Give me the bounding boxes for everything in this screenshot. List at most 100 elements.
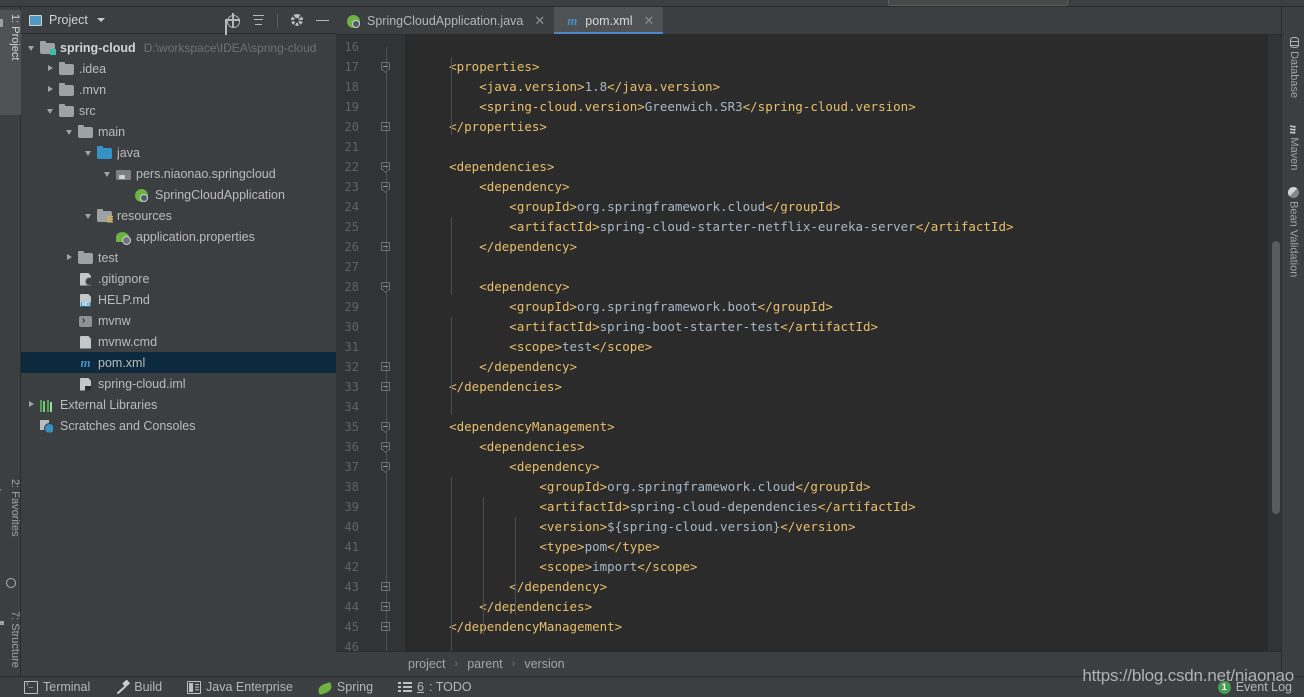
code-line[interactable]: <scope>test</scope> <box>405 337 1268 357</box>
close-icon[interactable]: ✕ <box>534 14 545 27</box>
code-line[interactable]: </dependency> <box>405 237 1268 257</box>
line-number[interactable]: 43 <box>336 577 405 597</box>
line-number[interactable]: 20 <box>336 117 405 137</box>
gear-icon[interactable] <box>289 13 304 28</box>
fold-end-icon[interactable] <box>381 362 391 372</box>
editor-tab-springcloudapplication-java[interactable]: SpringCloudApplication.java ✕ <box>336 7 554 34</box>
line-number[interactable]: 38 <box>336 477 405 497</box>
code-line[interactable]: <java.version>1.8</java.version> <box>405 77 1268 97</box>
line-number[interactable]: 32 <box>336 357 405 377</box>
line-number[interactable]: 19 <box>336 97 405 117</box>
chevron-right-icon[interactable] <box>65 253 75 263</box>
tree-item[interactable]: SpringCloudApplication <box>21 184 336 205</box>
code-line[interactable] <box>405 37 1268 57</box>
line-number[interactable]: 42 <box>336 557 405 577</box>
chevron-right-icon[interactable] <box>46 85 56 95</box>
tree-item[interactable]: main <box>21 121 336 142</box>
line-number[interactable]: 28 <box>336 277 405 297</box>
line-number[interactable]: 36 <box>336 437 405 457</box>
fold-end-icon[interactable] <box>381 622 391 632</box>
status-bar-item-todo[interactable]: 6: TODO <box>398 680 472 694</box>
tree-item[interactable]: .gitignore <box>21 268 336 289</box>
line-number[interactable]: 44 <box>336 597 405 617</box>
line-number[interactable]: 25 <box>336 217 405 237</box>
code-line[interactable]: <artifactId>spring-boot-starter-test</ar… <box>405 317 1268 337</box>
line-number[interactable]: 17 <box>336 57 405 77</box>
fold-end-icon[interactable] <box>381 602 391 612</box>
line-number[interactable]: 22 <box>336 157 405 177</box>
sidebar-item-maven[interactable]: m Maven <box>1282 115 1304 175</box>
tree-item-selected[interactable]: m pom.xml <box>21 352 336 373</box>
editor-tab-pom-xml[interactable]: m pom.xml ✕ <box>554 7 664 34</box>
fold-start-icon[interactable] <box>381 182 391 193</box>
line-number[interactable]: 40 <box>336 517 405 537</box>
chevron-down-icon[interactable] <box>84 148 94 158</box>
tree-item[interactable]: spring-cloud.iml <box>21 373 336 394</box>
tree-item[interactable]: application.properties <box>21 226 336 247</box>
chevron-right-icon[interactable] <box>27 400 37 410</box>
fold-start-icon[interactable] <box>381 162 391 173</box>
breadcrumb-item-version[interactable]: version <box>524 657 564 671</box>
code-line[interactable]: <groupId>org.springframework.cloud</grou… <box>405 477 1268 497</box>
tree-item[interactable]: resources <box>21 205 336 226</box>
line-number[interactable]: 31 <box>336 337 405 357</box>
code-line[interactable]: <artifactId>spring-cloud-dependencies</a… <box>405 497 1268 517</box>
code-line[interactable]: </dependencies> <box>405 597 1268 617</box>
code-line[interactable]: <properties> <box>405 57 1268 77</box>
tree-item[interactable]: src <box>21 100 336 121</box>
tree-item[interactable]: java <box>21 142 336 163</box>
code-line[interactable]: </dependencyManagement> <box>405 617 1268 637</box>
line-number[interactable]: 29 <box>336 297 405 317</box>
code-line[interactable]: <dependencyManagement> <box>405 417 1268 437</box>
fold-start-icon[interactable] <box>381 442 391 453</box>
line-number[interactable]: 33 <box>336 377 405 397</box>
close-icon[interactable]: ✕ <box>644 14 655 27</box>
chevron-down-icon[interactable] <box>27 43 37 53</box>
sidebar-item-project[interactable]: 1: Project <box>0 10 21 115</box>
code-line[interactable]: </dependencies> <box>405 377 1268 397</box>
project-panel-title[interactable]: Project <box>29 13 105 27</box>
fold-end-icon[interactable] <box>381 122 391 132</box>
code-line[interactable] <box>405 137 1268 157</box>
line-number[interactable]: 30 <box>336 317 405 337</box>
chevron-down-icon[interactable] <box>65 127 75 137</box>
tree-item[interactable]: test <box>21 247 336 268</box>
code-line[interactable]: </dependency> <box>405 357 1268 377</box>
project-tree[interactable]: spring-cloud D:\workspace\IDEA\spring-clo… <box>21 34 336 676</box>
line-number[interactable]: 34 <box>336 397 405 417</box>
tree-item[interactable]: External Libraries <box>21 394 336 415</box>
code-line[interactable]: <dependencies> <box>405 437 1268 457</box>
collapse-all-icon[interactable] <box>251 13 266 28</box>
sidebar-item-bean-validation[interactable]: Bean Validation <box>1282 177 1304 282</box>
line-number[interactable]: 18 <box>336 77 405 97</box>
chevron-right-icon[interactable] <box>46 64 56 74</box>
editor-gutter[interactable]: 16 17 18 19 20 21 22 23 24 25 26 27 28 29 30 31 32 33 34 35… <box>336 35 405 651</box>
line-number[interactable]: 24 <box>336 197 405 217</box>
line-number[interactable]: 39 <box>336 497 405 517</box>
chevron-down-icon[interactable] <box>46 106 56 116</box>
line-number[interactable]: 27 <box>336 257 405 277</box>
tree-item[interactable]: mvnw.cmd <box>21 331 336 352</box>
status-bar-item-build[interactable]: Build <box>115 680 162 694</box>
chevron-down-icon[interactable] <box>84 211 94 221</box>
code-line[interactable]: <dependency> <box>405 457 1268 477</box>
run-configuration-combo[interactable] <box>888 0 1068 6</box>
tree-item[interactable]: Scratches and Consoles <box>21 415 336 436</box>
code-line[interactable]: <artifactId>spring-cloud-starter-netflix… <box>405 217 1268 237</box>
sidebar-item-favorites[interactable]: 2: Favorites ★ <box>0 475 21 567</box>
locate-icon[interactable] <box>225 12 240 28</box>
line-number[interactable]: 16 <box>336 37 405 57</box>
code-line[interactable]: <scope>import</scope> <box>405 557 1268 577</box>
line-number[interactable]: 46 <box>336 637 405 651</box>
editor-scrollbar[interactable] <box>1270 35 1281 651</box>
line-number[interactable]: 45 <box>336 617 405 637</box>
code-line[interactable]: <spring-cloud.version>Greenwich.SR3</spr… <box>405 97 1268 117</box>
chevron-down-icon[interactable] <box>96 18 105 22</box>
line-number[interactable]: 37 <box>336 457 405 477</box>
fold-end-icon[interactable] <box>381 582 391 592</box>
line-number[interactable]: 23 <box>336 177 405 197</box>
sidebar-item-database[interactable]: Database <box>1282 27 1304 103</box>
code-line[interactable]: <dependencies> <box>405 157 1268 177</box>
breadcrumb[interactable]: project › parent › version <box>336 651 1281 676</box>
event-log-button[interactable]: 1 Event Log <box>1217 680 1292 694</box>
